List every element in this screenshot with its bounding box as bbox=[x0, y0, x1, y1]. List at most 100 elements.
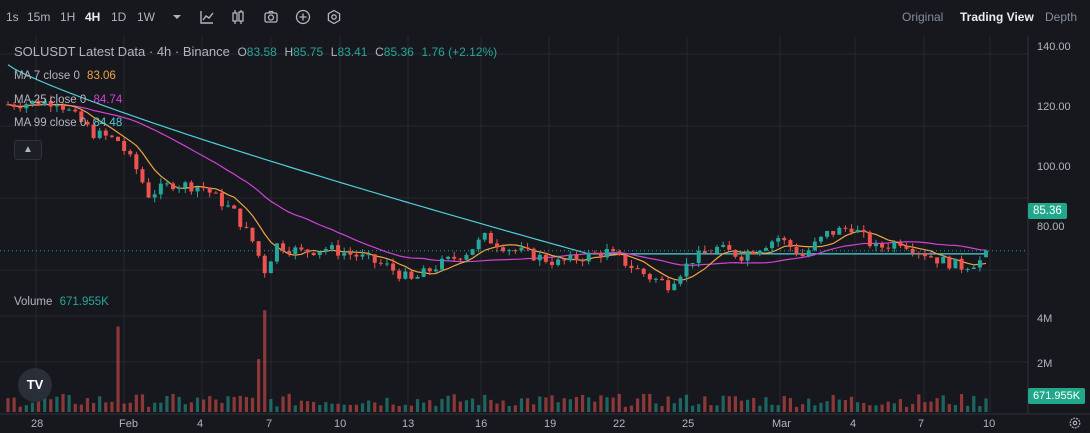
volume-bar bbox=[214, 399, 218, 412]
candle-body bbox=[415, 276, 420, 279]
candle-type-icon[interactable] bbox=[230, 9, 246, 25]
candle-body bbox=[782, 238, 787, 241]
volume-bar bbox=[49, 399, 53, 412]
camera-icon[interactable] bbox=[263, 9, 279, 25]
volume-bar bbox=[917, 394, 921, 412]
timeframe-4h[interactable]: 4H bbox=[85, 10, 100, 24]
volume-bar bbox=[470, 398, 475, 412]
candle-body bbox=[482, 232, 487, 240]
candle-body bbox=[207, 187, 212, 193]
symbol-title: SOLUSDT Latest Data · 4h · Binance bbox=[14, 44, 230, 59]
volume-bar bbox=[397, 405, 401, 412]
candle-body bbox=[886, 247, 891, 249]
volume-bar bbox=[929, 401, 933, 412]
price-chart[interactable] bbox=[0, 34, 1090, 433]
chevron-down-icon[interactable] bbox=[169, 9, 185, 25]
volume-bar bbox=[238, 395, 242, 412]
indicators-icon[interactable] bbox=[199, 9, 215, 25]
timeframe-1d[interactable]: 1D bbox=[111, 10, 126, 24]
volume-bar bbox=[202, 399, 206, 412]
volume-bar bbox=[73, 403, 77, 412]
volume-bar bbox=[287, 393, 291, 412]
timeframe-1s[interactable]: 1s bbox=[6, 10, 19, 24]
volume-bar bbox=[984, 398, 988, 412]
volume-bar bbox=[519, 398, 524, 412]
volume-bar bbox=[226, 396, 230, 412]
candle-body bbox=[647, 274, 652, 280]
candle-body bbox=[800, 253, 805, 257]
volume-bar bbox=[250, 397, 255, 412]
timeframe-1w[interactable]: 1W bbox=[137, 10, 155, 24]
candle-body bbox=[867, 232, 872, 247]
candle-body bbox=[623, 254, 628, 266]
time-tick: 10 bbox=[983, 418, 996, 430]
time-tick: 16 bbox=[475, 418, 488, 430]
candle-body bbox=[470, 249, 475, 255]
volume-bar bbox=[422, 402, 426, 412]
candle-body bbox=[757, 250, 762, 255]
volume-bar bbox=[513, 405, 517, 412]
volume-bar bbox=[110, 401, 114, 412]
candle-body bbox=[256, 241, 261, 256]
volume-bar bbox=[874, 405, 878, 412]
time-tick: 19 bbox=[544, 418, 557, 430]
volume-label: Volume bbox=[14, 296, 53, 308]
candle-body bbox=[177, 187, 182, 190]
volume-bar bbox=[104, 402, 108, 412]
tradingview-logo[interactable]: TV bbox=[18, 368, 52, 402]
volume-bar bbox=[134, 394, 138, 412]
view-tab-depth[interactable]: Depth bbox=[1045, 10, 1077, 24]
candle-body bbox=[770, 241, 775, 249]
volume-bar bbox=[568, 399, 572, 412]
candle-body bbox=[873, 243, 878, 247]
candle-body bbox=[427, 268, 432, 272]
candle-body bbox=[397, 270, 402, 279]
close-label: C bbox=[375, 45, 384, 59]
ma7-legend: MA 7 close 0 83.06 bbox=[14, 70, 116, 82]
candle-body bbox=[751, 252, 756, 255]
volume-bar bbox=[269, 399, 273, 412]
candle-body bbox=[635, 268, 640, 270]
volume-bar bbox=[507, 406, 511, 412]
volume-bar bbox=[55, 396, 59, 412]
collapse-legend-button[interactable]: ▲ bbox=[14, 140, 42, 160]
volume-bar bbox=[501, 400, 505, 412]
settings-hex-icon[interactable] bbox=[326, 9, 342, 25]
volume-bar bbox=[794, 406, 799, 412]
volume-bar bbox=[801, 404, 805, 412]
candle-body bbox=[947, 256, 952, 269]
view-tab-original[interactable]: Original bbox=[902, 10, 943, 24]
candle-body bbox=[843, 227, 848, 229]
gear-icon[interactable] bbox=[1068, 416, 1082, 430]
candle-body bbox=[776, 238, 781, 242]
ma7-label: MA 7 close 0 bbox=[14, 70, 80, 82]
candle-body bbox=[6, 104, 10, 106]
candle-body bbox=[329, 245, 334, 250]
candle-body bbox=[598, 253, 603, 258]
candle-body bbox=[476, 239, 481, 250]
candle-body bbox=[708, 252, 713, 254]
volume-bar bbox=[275, 406, 279, 412]
candle-body bbox=[965, 268, 970, 270]
timeframe-1h[interactable]: 1H bbox=[60, 10, 75, 24]
volume-bar bbox=[263, 310, 267, 412]
volume-bar bbox=[342, 404, 346, 412]
timeframe-15m[interactable]: 15m bbox=[27, 10, 50, 24]
view-tab-trading-view[interactable]: Trading View bbox=[960, 10, 1034, 24]
volume-bar bbox=[868, 405, 872, 412]
candle-body bbox=[653, 278, 658, 280]
candle-body bbox=[262, 255, 267, 274]
volume-bar bbox=[880, 404, 884, 412]
candle-body bbox=[152, 194, 157, 198]
candle-body bbox=[348, 252, 353, 255]
candle-body bbox=[219, 192, 224, 207]
volume-bar bbox=[831, 394, 835, 412]
current-price-badge: 85.36 bbox=[1028, 203, 1067, 219]
add-icon[interactable] bbox=[295, 9, 311, 25]
volume-bar bbox=[12, 397, 16, 412]
time-tick: 7 bbox=[266, 418, 273, 430]
volume-bar bbox=[770, 404, 774, 412]
ma25-value: 84.74 bbox=[93, 94, 123, 106]
candle-body bbox=[977, 260, 982, 268]
volume-bar bbox=[935, 398, 939, 412]
